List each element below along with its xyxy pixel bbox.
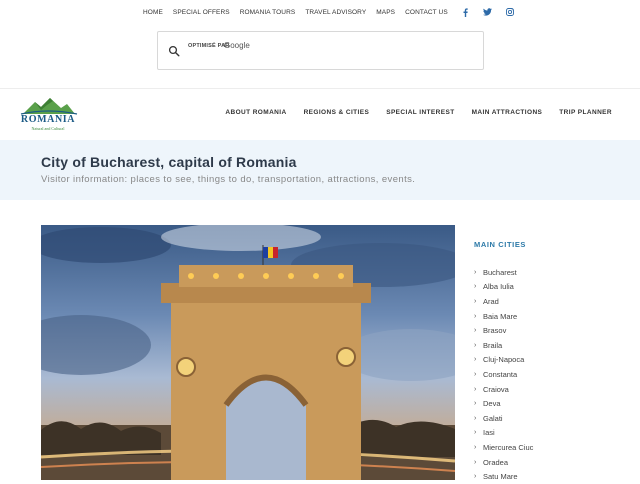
logo-wordmark: ROMANIA: [20, 114, 76, 125]
city-link-cluj-napoca[interactable]: › Cluj-Napoca: [474, 353, 624, 368]
nav-regions-cities[interactable]: REGIONS & CITIES: [304, 109, 370, 116]
city-link-galati[interactable]: › Galati: [474, 411, 624, 426]
search-box: OPTIMISÉ PAR Google: [157, 31, 484, 70]
logo-tagline: Natural and Cultural: [31, 126, 65, 131]
twitter-icon[interactable]: [477, 8, 499, 16]
chevron-right-icon: ›: [474, 312, 477, 320]
main-nav: ABOUT ROMANIA REGIONS & CITIES SPECIAL I…: [208, 109, 612, 116]
topnav-contact-us[interactable]: CONTACT US: [400, 9, 453, 16]
google-wordmark: Google: [224, 41, 250, 50]
sidebar-heading: MAIN CITIES: [474, 240, 527, 249]
city-link-satu-mare[interactable]: › Satu Mare: [474, 469, 624, 484]
topnav-maps[interactable]: MAPS: [371, 9, 400, 16]
city-link-miercurea-ciuc[interactable]: › Miercurea Ciuc: [474, 440, 624, 455]
hero-image-arch-of-triumph: [41, 225, 455, 480]
topnav-romania-tours[interactable]: ROMANIA TOURS: [235, 9, 301, 16]
top-utility-bar: HOME SPECIAL OFFERS ROMANIA TOURS TRAVEL…: [0, 0, 640, 24]
topnav-special-offers[interactable]: SPECIAL OFFERS: [168, 9, 235, 16]
chevron-right-icon: ›: [474, 429, 477, 437]
search-input[interactable]: [188, 54, 468, 66]
city-link-alba-iulia[interactable]: › Alba Iulia: [474, 280, 624, 295]
site-logo[interactable]: ROMANIA Natural and Cultural: [17, 96, 79, 138]
instagram-icon[interactable]: [499, 8, 521, 16]
chevron-right-icon: ›: [474, 283, 477, 291]
city-link-oradea[interactable]: › Oradea: [474, 455, 624, 470]
city-link-brasov[interactable]: › Brasov: [474, 323, 624, 338]
social-links: [455, 7, 521, 17]
chevron-right-icon: ›: [474, 356, 477, 364]
facebook-icon[interactable]: [455, 7, 477, 17]
chevron-right-icon: ›: [474, 341, 477, 349]
nav-about-romania[interactable]: ABOUT ROMANIA: [225, 109, 286, 116]
chevron-right-icon: ›: [474, 297, 477, 305]
chevron-right-icon: ›: [474, 443, 477, 451]
chevron-right-icon: ›: [474, 327, 477, 335]
chevron-right-icon: ›: [474, 268, 477, 276]
city-list: › Bucharest › Alba Iulia › Arad › Baia Mare …: [474, 265, 624, 484]
city-link-bucharest[interactable]: › Bucharest: [474, 265, 624, 280]
city-link-constanta[interactable]: › Constanta: [474, 367, 624, 382]
search-icon[interactable]: [168, 45, 180, 57]
nav-trip-planner[interactable]: TRIP PLANNER: [559, 109, 612, 116]
chevron-right-icon: ›: [474, 414, 477, 422]
chevron-right-icon: ›: [474, 458, 477, 466]
top-nav: HOME SPECIAL OFFERS ROMANIA TOURS TRAVEL…: [138, 3, 521, 21]
city-link-braila[interactable]: › Braila: [474, 338, 624, 353]
city-link-iasi[interactable]: › Iasi: [474, 426, 624, 441]
city-link-craiova[interactable]: › Craiova: [474, 382, 624, 397]
city-link-baia-mare[interactable]: › Baia Mare: [474, 309, 624, 324]
chevron-right-icon: ›: [474, 400, 477, 408]
topnav-travel-advisory[interactable]: TRAVEL ADVISORY: [300, 9, 371, 16]
city-link-arad[interactable]: › Arad: [474, 294, 624, 309]
chevron-right-icon: ›: [474, 385, 477, 393]
page-subtitle: Visitor information: places to see, thin…: [41, 174, 416, 185]
sidebar-main-cities: MAIN CITIES › Bucharest › Alba Iulia › Arad…: [474, 240, 624, 484]
city-link-deva[interactable]: › Deva: [474, 396, 624, 411]
topnav-home[interactable]: HOME: [138, 9, 168, 16]
nav-special-interest[interactable]: SPECIAL INTEREST: [386, 109, 454, 116]
nav-main-attractions[interactable]: MAIN ATTRACTIONS: [472, 109, 543, 116]
page-title-band: City of Bucharest, capital of Romania Vi…: [0, 140, 640, 200]
chevron-right-icon: ›: [474, 370, 477, 378]
page-title: City of Bucharest, capital of Romania: [41, 154, 297, 170]
site-header: ROMANIA Natural and Cultural ABOUT ROMAN…: [0, 88, 640, 140]
mountains-logo-icon: [20, 98, 78, 115]
chevron-right-icon: ›: [474, 473, 477, 481]
